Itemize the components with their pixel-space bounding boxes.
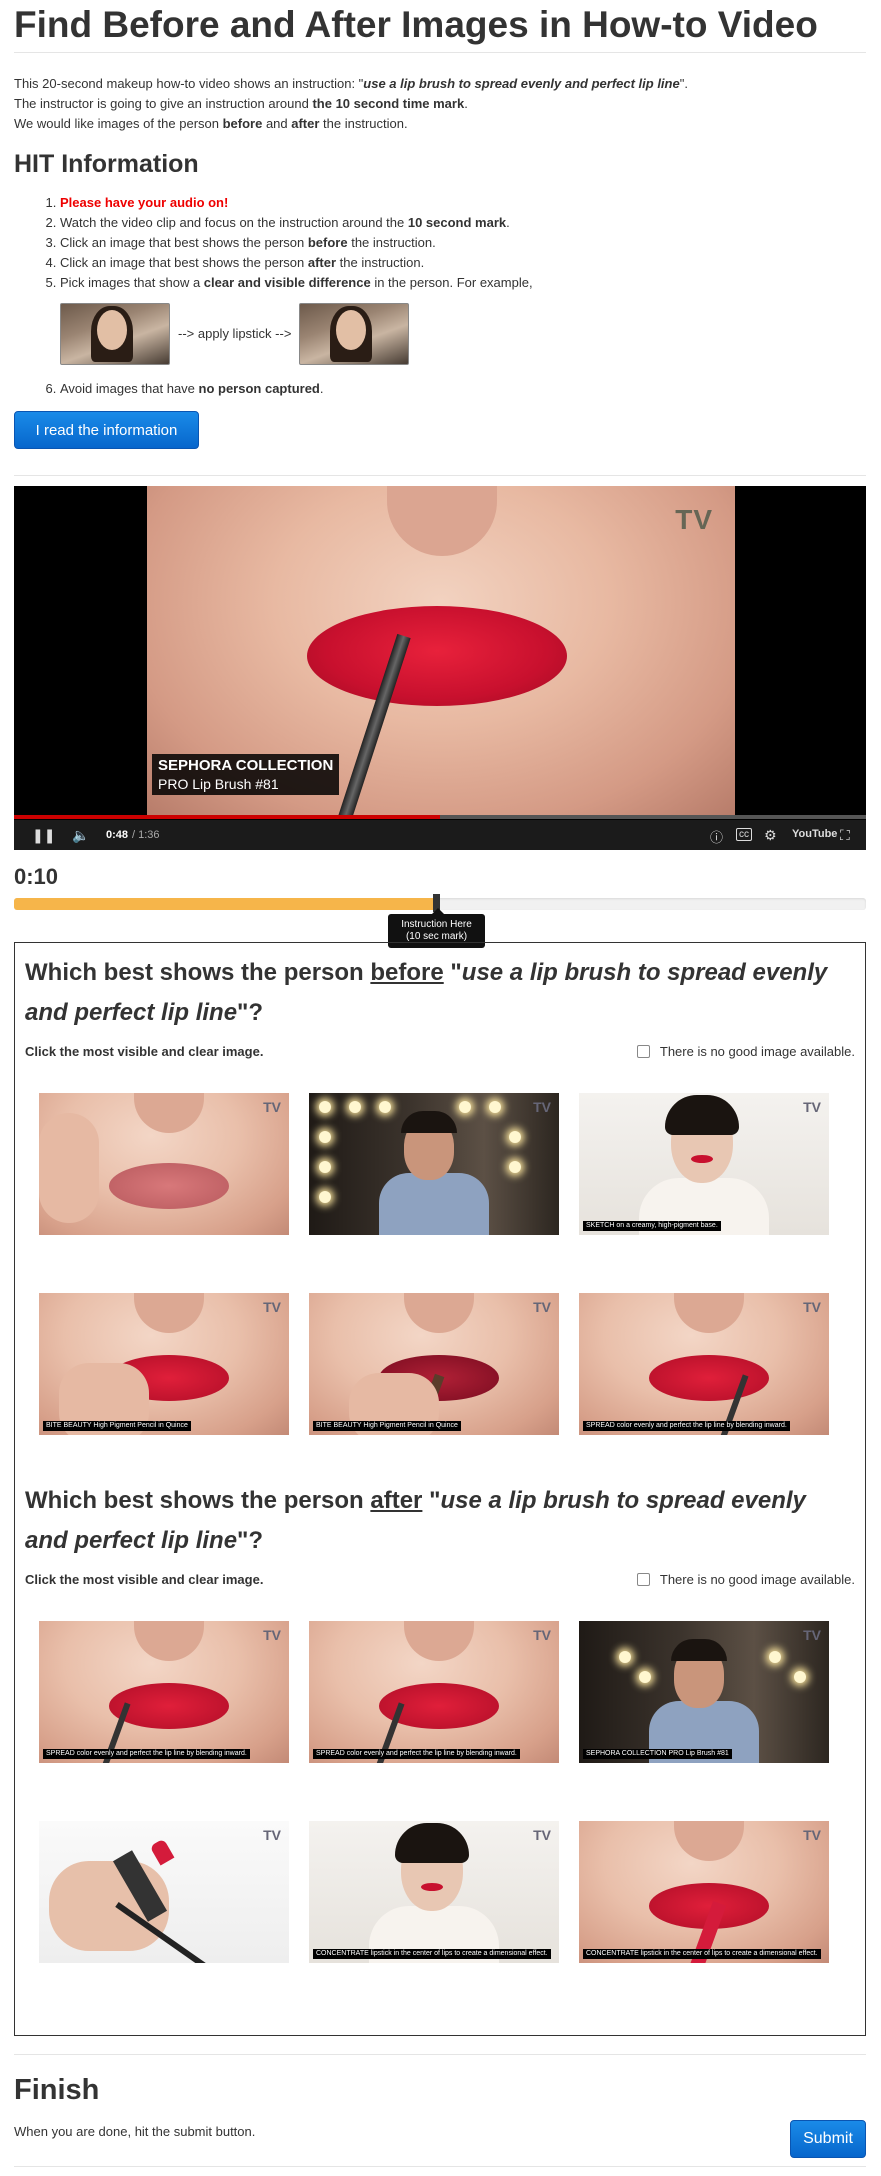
after-image-option[interactable]: TV CONCENTRATE lipstick in the center of… <box>309 1821 559 1963</box>
pause-icon[interactable]: ❚❚ <box>32 827 55 844</box>
before-no-good-checkbox[interactable] <box>636 1045 650 1058</box>
intro-line-2: The instructor is going to give an instr… <box>14 96 468 111</box>
step-before: Click an image that best shows the perso… <box>60 233 760 253</box>
before-image-option[interactable]: TV SKETCH on a creamy, high-pigment base… <box>579 1093 829 1235</box>
fullscreen-icon[interactable]: ⛶ <box>840 827 850 844</box>
finish-text: When you are done, hit the submit button… <box>14 2124 256 2139</box>
after-instruction-text: Click the most visible and clear image. <box>25 1572 264 1587</box>
settings-gear-icon[interactable]: ⚙ <box>764 827 777 844</box>
video-caption: SEPHORA COLLECTION PRO Lip Brush #81 <box>152 754 340 795</box>
example-row: --> apply lipstick --> <box>60 299 760 369</box>
divider <box>14 52 866 53</box>
submit-button[interactable]: Submit <box>790 2120 866 2158</box>
video-controls: ❚❚ 🔈 0:48 / 1:36 ⓘ cc ⚙ YouTube ⛶ <box>14 820 866 850</box>
example-before-image <box>60 303 170 365</box>
after-image-option[interactable]: TV <box>39 1821 289 1963</box>
video-player[interactable]: TV SEPHORA COLLECTION PRO Lip Brush #81 … <box>14 486 866 850</box>
after-question: Which best shows the person after "use a… <box>25 1487 806 1554</box>
after-image-option[interactable]: TV CONCENTRATE lipstick in the center of… <box>579 1821 829 1963</box>
step-watch: Watch the video clip and focus on the in… <box>60 213 760 233</box>
before-no-good-option[interactable]: There is no good image available. <box>636 1044 855 1059</box>
example-after-image <box>299 303 410 365</box>
step-audio: Please have your audio on! <box>60 193 760 213</box>
hit-heading: HIT Information <box>14 150 199 178</box>
info-icon[interactable]: ⓘ <box>710 827 723 846</box>
after-image-option[interactable]: TV SPREAD color evenly and perfect the l… <box>39 1621 289 1763</box>
divider <box>14 2166 866 2167</box>
after-image-option[interactable]: TV SPREAD color evenly and perfect the l… <box>309 1621 559 1763</box>
before-image-option[interactable]: TV SPREAD color evenly and perfect the l… <box>579 1293 829 1435</box>
finish-heading: Finish <box>14 2074 100 2106</box>
step-after: Click an image that best shows the perso… <box>60 253 760 273</box>
intro-line-3: We would like images of the person befor… <box>14 116 408 131</box>
step-no-person: Avoid images that have no person capture… <box>60 379 760 399</box>
before-image-option[interactable]: TV BITE BEAUTY High Pigment Pencil in Qu… <box>309 1293 559 1435</box>
after-no-good-checkbox[interactable] <box>636 1573 650 1586</box>
before-image-option[interactable]: TV BITE BEAUTY High Pigment Pencil in Qu… <box>39 1293 289 1435</box>
youtube-logo-icon[interactable]: YouTube <box>792 828 837 840</box>
duration: / 1:36 <box>132 829 160 841</box>
before-image-option[interactable]: TV <box>309 1093 559 1235</box>
volume-icon[interactable]: 🔈 <box>72 827 89 844</box>
hit-steps-list: Please have your audio on! Watch the vid… <box>20 193 760 399</box>
read-information-button[interactable]: I read the information <box>14 411 199 449</box>
video-frame[interactable]: TV SEPHORA COLLECTION PRO Lip Brush #81 <box>147 486 735 816</box>
video-progress-bar[interactable] <box>14 815 866 819</box>
before-instruction-text: Click the most visible and clear image. <box>25 1044 264 1059</box>
before-image-option[interactable]: TV <box>39 1093 289 1235</box>
intro-text: This 20-second makeup how-to video shows… <box>14 74 688 134</box>
divider <box>14 2054 866 2055</box>
current-time: 0:48 <box>106 829 129 841</box>
intro-line-1: This 20-second makeup how-to video shows… <box>14 76 688 91</box>
captions-icon[interactable]: cc <box>736 828 752 841</box>
video-progress-played <box>14 815 440 819</box>
lips-visual <box>307 606 567 706</box>
before-question: Which best shows the person before "use … <box>25 959 828 1026</box>
after-no-good-option[interactable]: There is no good image available. <box>636 1572 855 1587</box>
time-readout: 0:10 <box>14 864 59 889</box>
after-image-option[interactable]: TV SEPHORA COLLECTION PRO Lip Brush #81 <box>579 1621 829 1763</box>
task-box: Which best shows the person before "use … <box>14 942 866 2036</box>
example-arrow-text: --> apply lipstick --> <box>178 326 292 341</box>
time-progress-fill <box>14 898 440 910</box>
divider <box>14 475 866 476</box>
page-title: Find Before and After Images in How-to V… <box>14 4 818 45</box>
step-difference: Pick images that show a clear and visibl… <box>60 273 760 369</box>
tv-watermark: TV <box>675 504 713 535</box>
